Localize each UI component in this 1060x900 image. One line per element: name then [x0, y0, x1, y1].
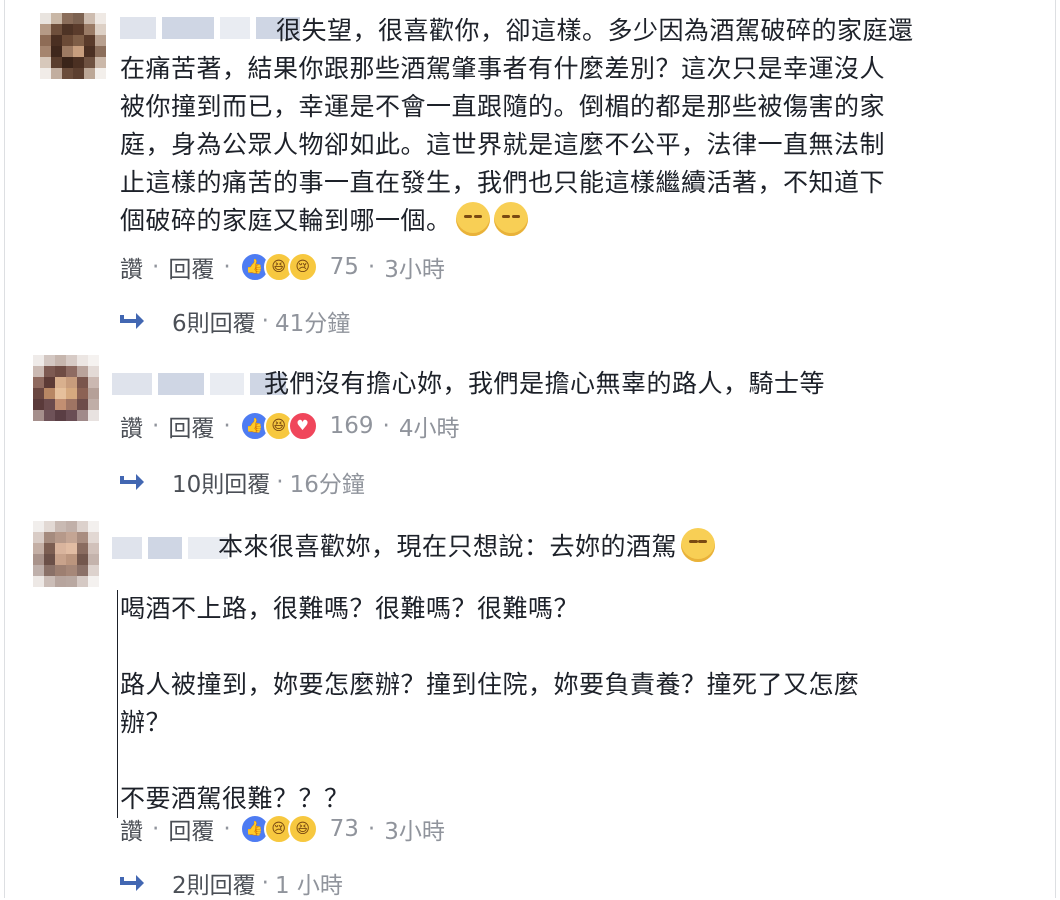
- avatar[interactable]: [33, 521, 99, 587]
- reply-arrow-icon: [120, 875, 144, 891]
- relieved-face-emoji: [493, 202, 528, 236]
- comment-timestamp[interactable]: 4小時: [399, 409, 460, 443]
- reply-arrow-icon: [120, 313, 144, 329]
- like-link[interactable]: 讚: [120, 409, 143, 443]
- commenter-name-redacted[interactable]: [112, 371, 286, 397]
- reaction-summary[interactable]: 👍 😆 ♥: [239, 411, 318, 441]
- comment-actions: 讚 · 回覆 · 👍 😢 😆 73 · 3小時: [120, 812, 445, 846]
- reaction-summary[interactable]: 👍 😢 😆: [239, 814, 318, 844]
- view-replies-link[interactable]: 6則回覆 · 41分鐘: [116, 304, 350, 338]
- reaction-count[interactable]: 169: [330, 413, 374, 439]
- separator-dot: ·: [261, 308, 269, 334]
- comment-text: 很失望，很喜歡你，卻這樣。多少因為酒駕破碎的家庭還 在痛苦著，結果你跟那些酒駕肇…: [120, 12, 1020, 240]
- separator-dot: ·: [152, 254, 160, 280]
- separator-dot: ·: [223, 254, 231, 280]
- comment-body: 我們沒有擔心妳，我們是擔心無辜的路人，騎士等: [264, 369, 826, 398]
- haha-icon: 😆: [287, 814, 318, 844]
- avatar[interactable]: [40, 13, 106, 79]
- view-replies-link[interactable]: 2則回覆 · 1 小時: [116, 866, 343, 900]
- comment-actions: 讚 · 回覆 · 👍 😆 😢 75 · 3小時: [120, 250, 445, 284]
- separator-dot: ·: [152, 413, 160, 439]
- view-replies-link[interactable]: 10則回覆 · 16分鐘: [116, 465, 365, 499]
- replies-timestamp: 16分鐘: [289, 472, 365, 498]
- comment-body: 喝酒不上路，很難嗎？很難嗎？很難嗎？ 路人被撞到，妳要怎麼辦？撞到住院，妳要負責…: [120, 594, 860, 813]
- like-link[interactable]: 讚: [120, 250, 143, 284]
- separator-dot: ·: [367, 254, 376, 280]
- comment-text: 本來很喜歡妳，現在只想說：去妳的酒駕: [218, 528, 978, 566]
- replies-timestamp: 41分鐘: [274, 311, 351, 337]
- separator-dot: ·: [276, 469, 284, 495]
- reply-link[interactable]: 回覆: [168, 250, 214, 284]
- comment-text-body: 喝酒不上路，很難嗎？很難嗎？很難嗎？ 路人被撞到，妳要怎麼辦？撞到住院，妳要負責…: [117, 590, 1020, 818]
- unamused-face-emoji: [681, 528, 716, 562]
- comment-first-line: 本來很喜歡妳，現在只想說：去妳的酒駕: [218, 532, 678, 561]
- like-link[interactable]: 讚: [120, 812, 143, 846]
- reaction-summary[interactable]: 👍 😆 😢: [239, 252, 318, 282]
- commenter-name-redacted[interactable]: [112, 535, 228, 561]
- reply-arrow-icon: [120, 474, 144, 490]
- separator-dot: ·: [382, 413, 390, 439]
- avatar[interactable]: [33, 355, 99, 421]
- separator-dot: ·: [223, 413, 231, 439]
- sad-icon: 😢: [287, 252, 318, 282]
- separator-dot: ·: [367, 816, 376, 842]
- reply-link[interactable]: 回覆: [168, 409, 214, 443]
- love-icon: ♥: [287, 411, 318, 441]
- replies-count[interactable]: 6則回覆: [172, 304, 256, 338]
- reaction-count[interactable]: 75: [330, 254, 359, 280]
- separator-dot: ·: [223, 816, 231, 842]
- relieved-face-emoji: [455, 202, 490, 236]
- reply-link[interactable]: 回覆: [168, 812, 214, 846]
- separator-dot: ·: [261, 870, 269, 896]
- comment-timestamp[interactable]: 3小時: [384, 812, 445, 846]
- reaction-count[interactable]: 73: [330, 816, 359, 842]
- replies-timestamp: 1 小時: [274, 873, 343, 899]
- comment-text: 我們沒有擔心妳，我們是擔心無辜的路人，騎士等: [264, 365, 964, 403]
- comment-actions: 讚 · 回覆 · 👍 😆 ♥ 169 · 4小時: [120, 409, 459, 443]
- separator-dot: ·: [152, 816, 160, 842]
- comment-timestamp[interactable]: 3小時: [384, 250, 445, 284]
- replies-count[interactable]: 10則回覆: [172, 465, 270, 499]
- replies-count[interactable]: 2則回覆: [172, 866, 256, 900]
